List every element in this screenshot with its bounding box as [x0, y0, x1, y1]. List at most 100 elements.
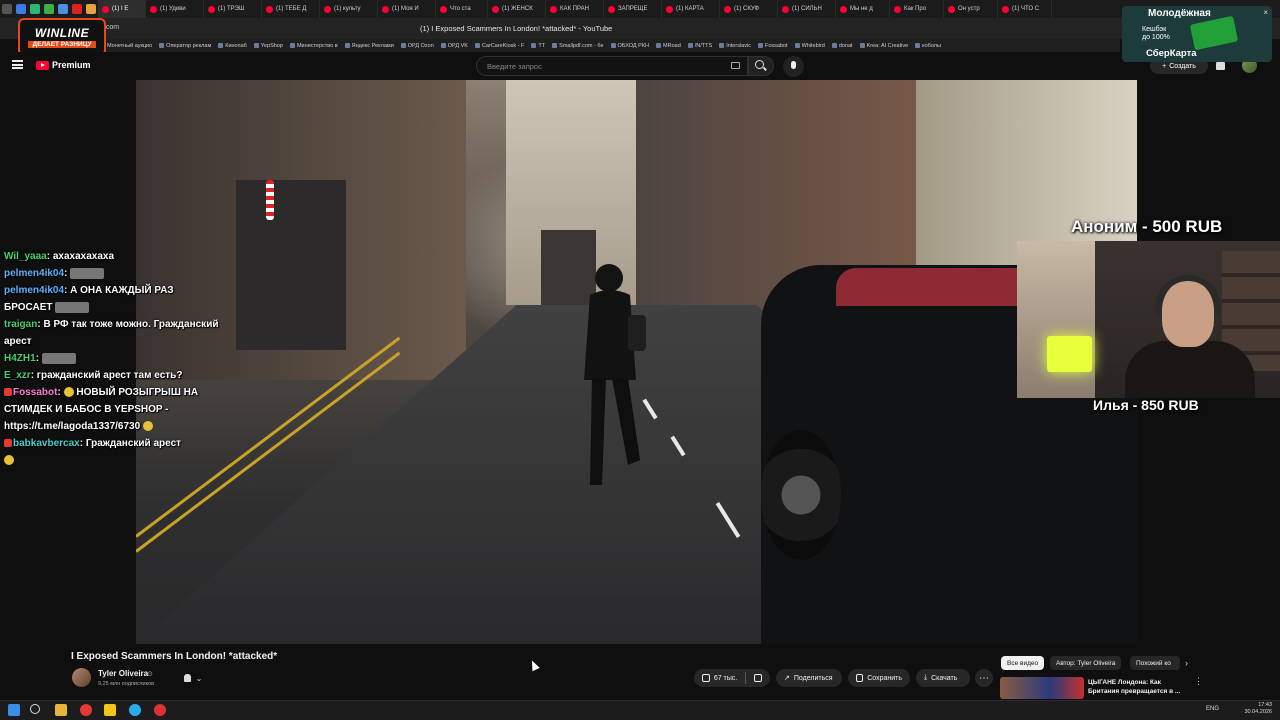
windows-start-icon[interactable]	[8, 704, 20, 716]
pedestrian-figure	[584, 264, 646, 485]
obs-icon[interactable]	[154, 704, 166, 716]
tab-group-icon[interactable]	[16, 4, 26, 14]
thumbs-up-icon[interactable]	[702, 674, 710, 682]
bookmark-item[interactable]: ОБХОД РКН	[611, 43, 650, 49]
more-actions-button[interactable]: ⋯	[975, 669, 993, 687]
channel-avatar[interactable]	[72, 668, 91, 687]
bookmark-item[interactable]: CarCareKiosk - F	[475, 43, 524, 49]
browser-tab[interactable]: Он устр	[944, 0, 998, 18]
windows-taskbar	[0, 700, 1280, 720]
bookmark-item[interactable]: Оператор реклам	[159, 43, 211, 49]
browser-tab[interactable]: (1) ТРЭШ	[204, 0, 262, 18]
bookmark-item[interactable]: коболы	[915, 43, 941, 49]
bookmark-item[interactable]: Interslavic	[719, 43, 751, 49]
chat-message: pelmen4ik04: А ОНА КАЖДЫЙ РАЗ БРОСАЕТ	[4, 285, 174, 313]
youtube-logo[interactable]: Premium	[36, 60, 91, 70]
yandex-browser-icon[interactable]	[80, 704, 92, 716]
sber-ad-offer: Кешбэк до 100%	[1142, 26, 1170, 41]
browser-tab[interactable]: (1) Удиви	[146, 0, 204, 18]
language-indicator[interactable]: ENG	[1206, 706, 1219, 712]
thumbs-down-icon[interactable]	[754, 674, 763, 682]
browser-tab[interactable]: (1) ТЕБЕ Д	[262, 0, 320, 18]
browser-tab[interactable]: Мы не д	[836, 0, 890, 18]
emote-icon	[41, 352, 76, 364]
chat-message: babkavbercax: Гражданский арест	[4, 435, 224, 469]
close-icon[interactable]: ×	[1263, 8, 1268, 17]
streamer-webcam	[1017, 241, 1280, 398]
browser-tab[interactable]: (1) ЧТО С	[998, 0, 1052, 18]
youtube-favicon-icon	[266, 5, 273, 13]
browser-tab[interactable]: (1) СИЛЬН	[778, 0, 836, 18]
streamer-body	[1125, 341, 1255, 398]
youtube-favicon-icon	[208, 5, 215, 13]
recommendation-title[interactable]: ЦЫГАНЕ Лондона: Как Британия превращаетс…	[1088, 678, 1188, 696]
winline-tagline: ДЕЛАЕТ РАЗНИЦУ	[28, 41, 96, 48]
bookmark-item[interactable]: YepShop	[254, 43, 283, 49]
bookmark-item[interactable]: Яндекс Реклами	[345, 43, 394, 49]
file-explorer-icon[interactable]	[55, 704, 67, 716]
search-icon[interactable]	[30, 704, 40, 714]
pinned-tab-icon[interactable]	[30, 4, 40, 14]
browser-tab[interactable]: (1) СКУФ	[720, 0, 778, 18]
bookmark-item[interactable]: Кинопаб	[218, 43, 247, 49]
channel-name[interactable]: Tyler Oliveira	[98, 669, 148, 678]
youtube-favicon-icon	[608, 5, 615, 13]
bookmark-icon	[856, 674, 864, 682]
save-button[interactable]: Сохранить	[848, 669, 910, 687]
youtube-favicon-icon	[492, 5, 499, 13]
save-label: Сохранить	[867, 674, 902, 682]
bookmark-item[interactable]: ОРД VK	[441, 43, 468, 49]
youtube-favicon-icon	[150, 5, 157, 13]
chevron-right-icon[interactable]: ›	[1185, 658, 1188, 668]
chip-author[interactable]: Автор: Tyler Oliveira	[1050, 656, 1122, 670]
bookmark-item[interactable]: Монетный аукцио	[100, 43, 152, 49]
bookmark-item[interactable]: Krea: AI Creative	[860, 43, 909, 49]
bookmark-item[interactable]: /N/TTS	[688, 43, 712, 49]
subscription-bell-button[interactable]: ⌄	[176, 670, 210, 686]
bookmark-item[interactable]: Whitebird	[795, 43, 825, 49]
browser-tab[interactable]: Как Про	[890, 0, 944, 18]
browser-tab[interactable]: (1) ЖЕНСК	[488, 0, 546, 18]
bookmark-item[interactable]: Министерство в	[290, 43, 338, 49]
subscriber-badge-icon	[4, 439, 12, 448]
bookmark-item[interactable]: MRoad	[656, 43, 681, 49]
video-title: I Exposed Scammers In London! *attacked*	[71, 651, 278, 662]
video-player[interactable]	[136, 80, 1137, 644]
bookmark-item[interactable]: ОРД Ozon	[401, 43, 434, 49]
download-button[interactable]: ⤓ Скачать	[916, 669, 970, 687]
hamburger-menu-icon[interactable]	[12, 60, 23, 69]
share-button[interactable]: ↗ Поделиться	[776, 669, 842, 687]
bookmark-item[interactable]: TT	[531, 43, 545, 49]
clock[interactable]: 17:43 30.04.2026	[1226, 702, 1272, 716]
neon-sign	[1047, 336, 1092, 372]
chip-all-videos[interactable]: Все видео	[1001, 656, 1045, 670]
pinned-tab-icon[interactable]	[58, 4, 68, 14]
youtube-favicon-icon	[894, 5, 901, 13]
chip-similar[interactable]: Похожий ко	[1130, 656, 1180, 670]
search-input[interactable]: Введите запрос	[476, 56, 748, 76]
like-count[interactable]: 67 тыс.	[714, 675, 737, 682]
browser-tab[interactable]: КАК ПРАН	[546, 0, 604, 18]
pinned-tab-icon[interactable]	[44, 4, 54, 14]
sber-ad-banner[interactable]: Молодёжная Кешбэк до 100% СберКарта ×	[1122, 6, 1272, 62]
keyboard-icon[interactable]	[731, 62, 740, 69]
bookmark-item[interactable]: donat	[832, 43, 853, 49]
like-dislike-group: 67 тыс.	[694, 669, 770, 687]
youtube-favicon-icon	[948, 5, 955, 13]
bookmark-item[interactable]: Smallpdf.com - бе	[552, 43, 603, 49]
browser-tab[interactable]: (1) КАРТА	[662, 0, 720, 18]
pinned-tab-icon[interactable]	[86, 4, 96, 14]
chat-message: H4ZH1:	[4, 350, 224, 367]
browser-tab[interactable]: ЗАПРЕЩЕ	[604, 0, 662, 18]
recommendation-thumbnail[interactable]	[1000, 677, 1084, 699]
browser-menu-icon[interactable]	[2, 4, 12, 14]
browser-tab[interactable]: (1) Моя И	[378, 0, 436, 18]
more-vert-icon[interactable]: ⋮	[1194, 676, 1203, 687]
telegram-icon[interactable]	[129, 704, 141, 716]
browser-tab-active[interactable]: (1) I E	[98, 0, 146, 18]
browser-tab[interactable]: Что ста	[436, 0, 488, 18]
bookmark-item[interactable]: Fossabot	[758, 43, 788, 49]
pinned-tab-icon[interactable]	[72, 4, 82, 14]
app-icon[interactable]	[104, 704, 116, 716]
browser-tab[interactable]: (1) культу	[320, 0, 378, 18]
